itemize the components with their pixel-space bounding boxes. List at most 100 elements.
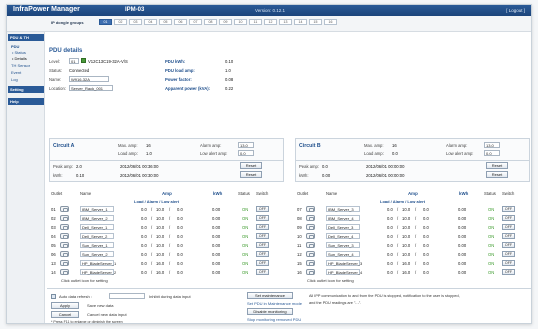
outlet-switch-button[interactable]: OFF	[256, 215, 269, 221]
outlet-switch-button[interactable]: OFF	[256, 269, 269, 275]
nav-item-details[interactable]: • Details	[12, 56, 27, 61]
outlet-name-input[interactable]: Sun_Server_3	[326, 242, 360, 248]
outlet-icon[interactable]	[306, 224, 315, 230]
outlet-icon[interactable]	[60, 242, 69, 248]
outlet-name-input[interactable]: Dell_Server_1	[80, 224, 114, 230]
outlet-switch-button[interactable]: OFF	[256, 251, 269, 257]
circuit-a-alarm-input[interactable]: 13.0	[238, 142, 254, 148]
nav-header-pdu-th[interactable]: PDU & TH	[8, 34, 44, 41]
group-button-12[interactable]: 12	[264, 19, 277, 25]
outlet-name-input[interactable]: Dell_Server_2	[80, 233, 114, 239]
name-input[interactable]: W916-32A	[69, 76, 109, 82]
circuit-b-reset-peak-button[interactable]: Reset	[486, 162, 508, 169]
outlet-name-input[interactable]: IBM_Server_3	[326, 206, 360, 212]
circuit-a-reset-peak-button[interactable]: Reset	[240, 162, 262, 169]
outlet-name-input[interactable]: IBM_Server_2	[80, 215, 114, 221]
nav-header-setting[interactable]: Setting	[8, 86, 44, 93]
outlet-icon[interactable]	[306, 251, 315, 257]
auto-refresh-checkbox[interactable]	[51, 294, 56, 299]
cancel-button[interactable]: Cancel	[51, 311, 79, 318]
group-button-07[interactable]: 07	[189, 19, 202, 25]
outlet-name-input[interactable]: Dell_Server_4	[326, 233, 360, 239]
nav-item-event[interactable]: Event	[11, 70, 21, 75]
circuit-b-alarm-input[interactable]: 13.0	[484, 142, 500, 148]
circuit-b-reset-kwh-button[interactable]: Reset	[486, 171, 508, 178]
outlet-switch-button[interactable]: OFF	[256, 233, 269, 239]
outlet-name-input[interactable]: HP_BladeServer_3	[326, 260, 362, 266]
location-input[interactable]: Server_Rack_001	[69, 85, 113, 91]
outlet-icon[interactable]	[60, 269, 69, 275]
outlet-switch-button[interactable]: OFF	[256, 260, 269, 266]
nav-item-status[interactable]: • Status	[12, 50, 26, 55]
nav-item-pdu[interactable]: PDU	[11, 44, 19, 49]
group-button-05[interactable]: 05	[159, 19, 172, 25]
outlet-icon[interactable]	[60, 251, 69, 257]
nav-item-th-sensor[interactable]: TH Sensor	[11, 63, 30, 68]
outlet-switch-button[interactable]: OFF	[502, 260, 515, 266]
outlet-switch-button[interactable]: OFF	[502, 224, 515, 230]
group-button-06[interactable]: 06	[174, 19, 187, 25]
disable-monitoring-button[interactable]: Disable monitoring	[247, 308, 293, 315]
outlet-name-input[interactable]: IBM_Server_1	[80, 206, 114, 212]
outlet-switch-button[interactable]: OFF	[502, 206, 515, 212]
group-button-01[interactable]: 01	[99, 19, 112, 25]
outlet-name-input[interactable]: Sun_Server_4	[326, 251, 360, 257]
group-button-02[interactable]: 02	[114, 19, 127, 25]
outlet-switch-button[interactable]: OFF	[256, 242, 269, 248]
group-button-04[interactable]: 04	[144, 19, 157, 25]
level-select[interactable]: 01	[69, 58, 79, 64]
separator: /	[415, 252, 417, 257]
circuit-a-reset-kwh-button[interactable]: Reset	[240, 171, 262, 178]
nav-item-log[interactable]: Log	[11, 77, 18, 82]
outlet-name-input[interactable]: Sun_Server_1	[80, 242, 114, 248]
group-button-15[interactable]: 15	[309, 19, 322, 25]
refresh-interval-input[interactable]	[109, 293, 145, 299]
nav-header-help[interactable]: Help	[8, 98, 44, 105]
outlet-name-input[interactable]: HP_BladeServer_2	[80, 269, 116, 275]
group-button-09[interactable]: 09	[219, 19, 232, 25]
outlet-icon[interactable]	[306, 233, 315, 239]
outlet-switch-button[interactable]: OFF	[502, 242, 515, 248]
group-button-03[interactable]: 03	[129, 19, 142, 25]
outlet-icon[interactable]	[60, 260, 69, 266]
outlet-kwh: 0.00	[458, 270, 467, 275]
outlet-name-input[interactable]: HP_BladeServer_1	[80, 260, 116, 266]
group-button-11[interactable]: 11	[249, 19, 262, 25]
apply-button[interactable]: Apply	[51, 302, 79, 309]
outlet-icon[interactable]	[60, 206, 69, 212]
outlet-name-input[interactable]: IBM_Server_4	[326, 215, 360, 221]
outlet-icon[interactable]	[60, 215, 69, 221]
outlet-icon[interactable]	[60, 224, 69, 230]
outlet-name-input[interactable]: HP_BladeServer_4	[326, 269, 362, 275]
group-button-08[interactable]: 08	[204, 19, 217, 25]
outlet-switch-button[interactable]: OFF	[256, 224, 269, 230]
set-maintenance-link[interactable]: Set PDU in Maintenance mode	[247, 301, 302, 306]
group-button-16[interactable]: 16	[324, 19, 337, 25]
outlet-icon[interactable]	[306, 242, 315, 248]
outlet-icon[interactable]	[60, 233, 69, 239]
outlet-name-input[interactable]: Dell_Server_3	[326, 224, 360, 230]
outlet-alarm-amp: 10.0	[156, 243, 165, 248]
outlet-icon[interactable]	[306, 269, 315, 275]
outlet-switch-button[interactable]: OFF	[256, 206, 269, 212]
set-maintenance-button[interactable]: Set maintenance	[247, 292, 293, 299]
outlet-switch-button[interactable]: OFF	[502, 233, 515, 239]
outlet-switch-button[interactable]: OFF	[502, 269, 515, 275]
outlet-switch-button[interactable]: OFF	[502, 251, 515, 257]
circuit-a-max-label: Max. amp:	[118, 143, 138, 148]
outlet-icon[interactable]	[306, 260, 315, 266]
group-button-10[interactable]: 10	[234, 19, 247, 25]
circuit-a-lowalert-input[interactable]: 0.0	[238, 150, 254, 156]
logout-link[interactable]: [ Logout ]	[506, 8, 525, 13]
disable-monitoring-link[interactable]: Stop monitoring removed PDU	[247, 317, 301, 322]
name-label: Name:	[49, 77, 62, 82]
group-button-14[interactable]: 14	[294, 19, 307, 25]
circuit-b-lowalert-input[interactable]: 0.0	[484, 150, 500, 156]
outlet-icon[interactable]	[306, 215, 315, 221]
outlet-kwh: 0.00	[212, 216, 221, 221]
group-button-13[interactable]: 13	[279, 19, 292, 25]
outlet-switch-button[interactable]: OFF	[502, 215, 515, 221]
outlet-name-input[interactable]: Sun_Server_2	[80, 251, 114, 257]
outlet-load-amp: 0.0	[141, 270, 147, 275]
outlet-icon[interactable]	[306, 206, 315, 212]
